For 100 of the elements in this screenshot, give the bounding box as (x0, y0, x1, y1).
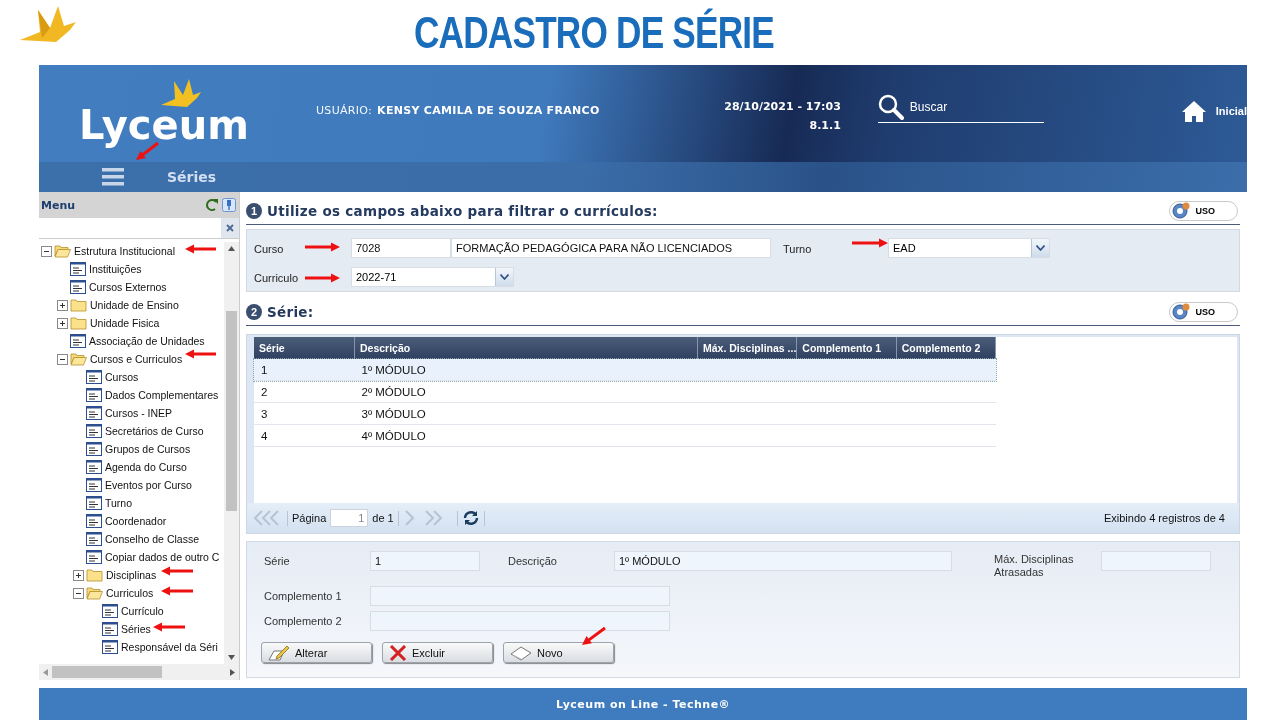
tree-item[interactable]: Associação de Unidades (89, 335, 205, 347)
tree-item[interactable]: Curriculos (106, 587, 154, 599)
page-label: Página (292, 512, 327, 524)
tree-item[interactable]: Secretários de Curso (105, 425, 204, 437)
tree-item[interactable]: Grupos de Cursos (105, 443, 191, 455)
column-header[interactable]: Complemento 2 (896, 337, 996, 359)
page-count: de 1 (372, 512, 394, 524)
table-row[interactable]: 2 2º MÓDULO (254, 380, 996, 403)
tree-item[interactable]: Unidade Fisica (90, 317, 160, 329)
tree-item[interactable]: Coordenador (105, 515, 167, 527)
pencil-icon (268, 644, 290, 661)
datetime: 28/10/2021 - 17:03 (724, 99, 841, 113)
folder-icon (70, 298, 87, 312)
table-cell: 1º MÓDULO (354, 359, 698, 381)
page-icon (86, 460, 102, 474)
page-icon (86, 388, 102, 402)
tree-item[interactable]: Dados Complementares (105, 389, 219, 401)
scrollbar[interactable] (224, 242, 239, 664)
select-field[interactable]: EAD (888, 238, 1050, 258)
arrow-icon (185, 244, 216, 254)
tree-item[interactable]: Disciplinas (106, 569, 157, 581)
field-label: Turno (783, 243, 812, 255)
select-field[interactable]: 2022-71 (351, 267, 514, 287)
tree-item[interactable]: Instituições (89, 263, 142, 275)
dropdown-button[interactable] (1031, 239, 1049, 257)
tree-item[interactable]: Currículo (121, 605, 164, 617)
scroll-down-icon[interactable] (228, 655, 235, 660)
collapse-icon[interactable] (73, 587, 84, 599)
field-label: Descrição (507, 554, 558, 567)
column-header[interactable]: Descrição (354, 337, 698, 359)
folder-icon (70, 352, 87, 366)
refresh-icon[interactable] (461, 510, 480, 526)
folder-icon (86, 568, 103, 582)
table-row[interactable]: 3 3º MÓDULO (254, 402, 996, 425)
arrow-icon (305, 273, 340, 283)
scroll-up-icon[interactable] (228, 246, 235, 251)
tree-item[interactable]: Turno (105, 497, 133, 509)
refresh-icon[interactable] (205, 198, 219, 212)
column-header[interactable]: Série (254, 337, 355, 359)
page-icon (86, 442, 102, 456)
field-label: Complemento 1 (263, 589, 343, 602)
version: 8.1.1 (809, 118, 841, 132)
table-cell: 4 (254, 424, 355, 447)
input-field[interactable]: 1º MÓDULO (614, 551, 952, 571)
page-field[interactable]: 1 (330, 509, 369, 527)
tree-item[interactable]: Unidade de Ensino (90, 299, 179, 311)
table-row[interactable]: 1 1º MÓDULO (254, 359, 996, 381)
table-cell: 4º MÓDULO (354, 424, 698, 447)
table-cell: 3º MÓDULO (354, 402, 698, 425)
table-row[interactable]: 4 4º MÓDULO (254, 424, 996, 447)
input-field[interactable]: FORMAÇÃO PEDAGÓGICA PARA NÃO LICENCIADOS (451, 238, 771, 258)
tree-item[interactable]: Eventos por Curso (105, 479, 192, 491)
expand-icon[interactable] (73, 569, 84, 581)
uso-toggle[interactable]: USO (1169, 302, 1238, 322)
menu-icon[interactable] (102, 168, 124, 186)
folder-icon (54, 244, 71, 258)
page-icon (70, 280, 86, 294)
input-field[interactable] (370, 586, 670, 606)
tree-item[interactable]: Cursos (105, 371, 139, 383)
scroll-right-icon[interactable] (230, 668, 235, 676)
caret-icon (1036, 245, 1045, 251)
close-icon (226, 224, 234, 232)
tree-item[interactable]: Cursos Externos (89, 281, 167, 293)
collapse-icon[interactable] (57, 353, 68, 365)
page-icon (86, 406, 102, 420)
column-header[interactable]: Máx. Disciplinas ... (697, 337, 797, 359)
dropdown-button[interactable] (495, 268, 513, 286)
page-icon (86, 532, 102, 546)
scrollbar[interactable] (39, 664, 239, 680)
uso-toggle[interactable]: USO (1169, 201, 1238, 221)
input-field[interactable] (370, 611, 670, 631)
tree-item[interactable]: Estrutura Institucional (74, 245, 175, 257)
scroll-left-icon[interactable] (43, 668, 48, 676)
arrow-icon (161, 586, 193, 596)
arrow-icon (852, 238, 888, 248)
tree-item[interactable]: Séries (121, 623, 151, 635)
arrow-icon (161, 566, 193, 576)
tree-item[interactable]: Copiar dados de outro C (105, 551, 220, 563)
column-header[interactable]: Complemento 1 (796, 337, 897, 359)
collapse-icon[interactable] (41, 245, 52, 257)
tree-item[interactable]: Conselho de Classe (105, 533, 199, 545)
tree-item[interactable]: Responsável da Séri (121, 641, 218, 653)
field-label: Máx. Disciplinas Atrasadas (993, 552, 1075, 579)
action-button[interactable]: Excluir (382, 642, 493, 663)
input-field[interactable]: 1 (370, 551, 480, 571)
pin-icon[interactable] (222, 198, 236, 212)
home-link[interactable]: Inicial (1181, 99, 1247, 122)
action-button[interactable]: Alterar (261, 642, 372, 663)
action-button[interactable]: Novo (503, 642, 614, 663)
page-icon (70, 262, 86, 276)
input-field[interactable] (1101, 551, 1211, 571)
input-field[interactable]: 7028 (351, 238, 451, 258)
search-field[interactable]: Buscar (907, 99, 1032, 115)
tree-item[interactable]: Cursos - INEP (105, 407, 173, 419)
table-cell: 2º MÓDULO (354, 380, 698, 403)
tree-item[interactable]: Agenda do Curso (105, 461, 187, 473)
clear-button[interactable] (221, 218, 239, 238)
expand-icon[interactable] (57, 317, 68, 329)
expand-icon[interactable] (57, 299, 68, 311)
tree-item[interactable]: Cursos e Curriculos (90, 353, 183, 365)
